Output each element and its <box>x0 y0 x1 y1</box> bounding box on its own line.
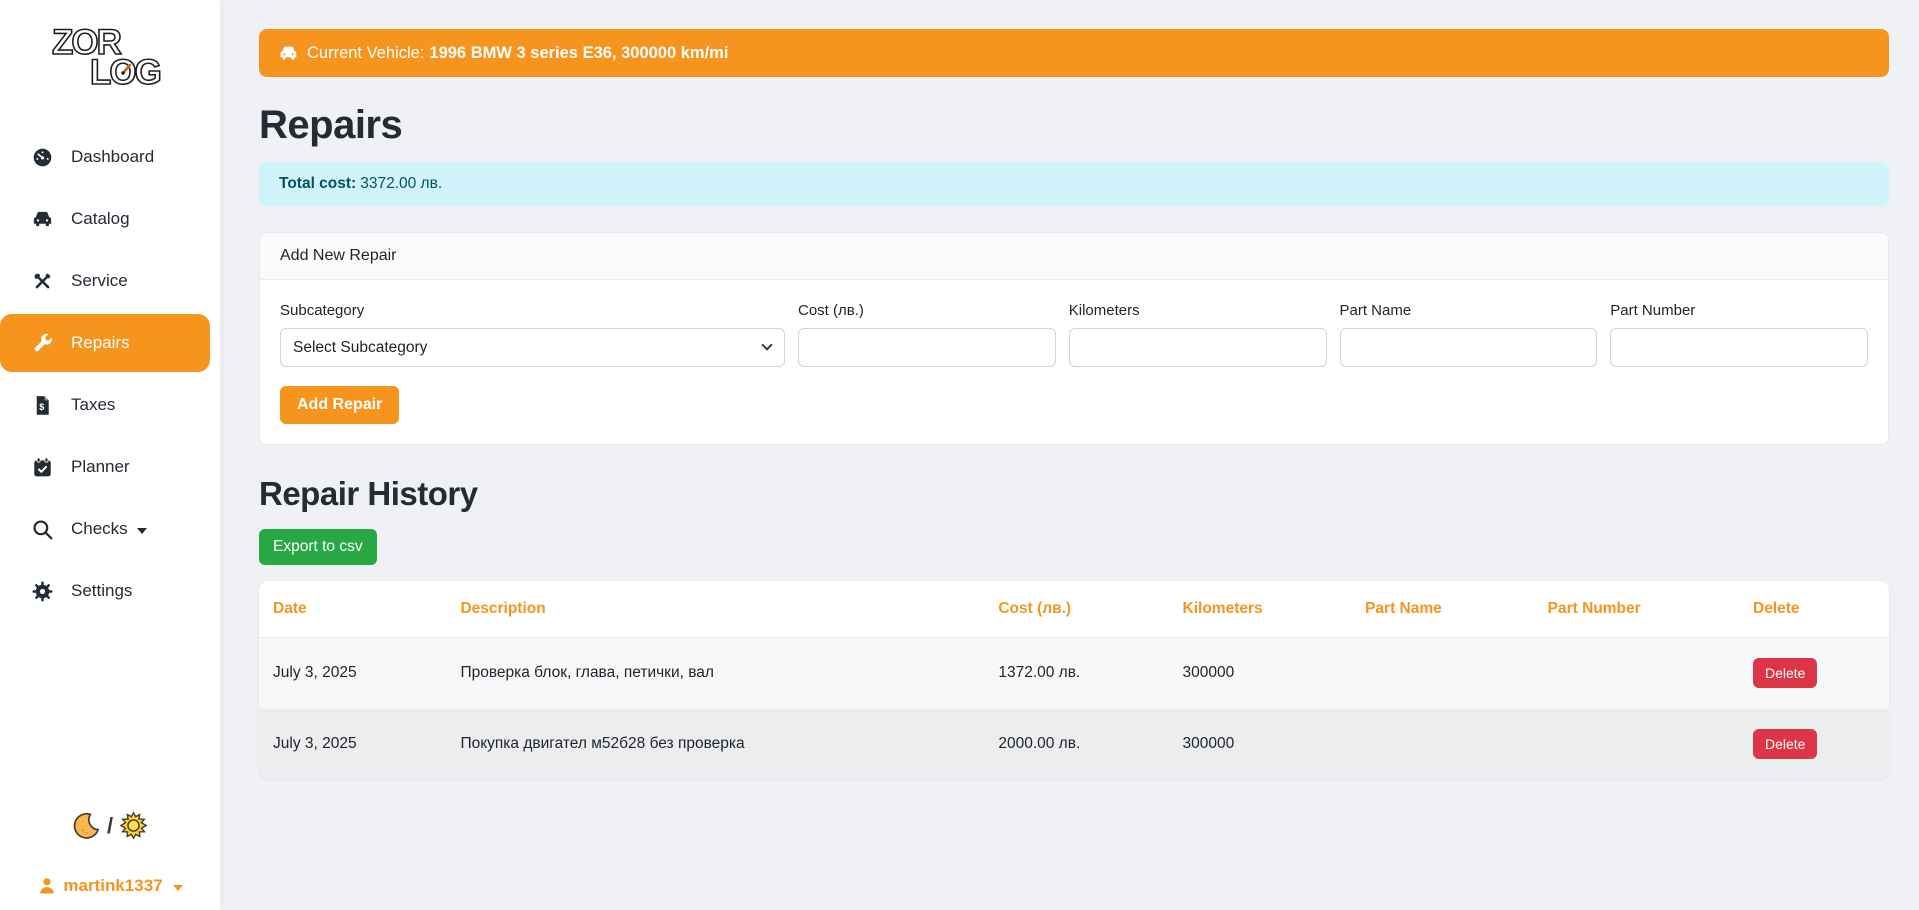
table-row: July 3, 2025 Проверка блок, глава, петич… <box>259 638 1889 709</box>
part-name-input[interactable] <box>1340 328 1598 367</box>
export-csv-button[interactable]: Export to csv <box>259 529 377 565</box>
receipt-icon: $ <box>30 393 54 417</box>
repair-history-table: DateDescriptionCost (лв.)KilometersPart … <box>259 581 1889 779</box>
cell-part-name <box>1351 709 1534 780</box>
part-number-input[interactable] <box>1610 328 1868 367</box>
subcategory-select[interactable]: Select Subcategory <box>280 328 785 367</box>
total-cost-value: 3372.00 лв. <box>360 175 442 192</box>
car-icon <box>278 43 299 64</box>
sidebar-item-catalog[interactable]: Catalog <box>0 190 210 248</box>
cost-label: Cost (лв.) <box>798 302 1056 319</box>
gear-icon <box>30 579 54 603</box>
zorlog-logo: ZOR LOG <box>44 16 176 94</box>
column-header: Kilometers <box>1169 581 1352 638</box>
cell-kilometers: 300000 <box>1169 638 1352 709</box>
logo-text-bottom: LOG <box>90 53 161 92</box>
moon-icon[interactable] <box>72 811 101 840</box>
add-repair-card: Add New Repair Subcategory Select Subcat… <box>259 232 1889 445</box>
subcategory-label: Subcategory <box>280 302 785 319</box>
tools-icon <box>30 269 54 293</box>
delete-button[interactable]: Delete <box>1753 729 1817 759</box>
sidebar-item-repairs[interactable]: Repairs <box>0 314 210 372</box>
table-body: July 3, 2025 Проверка блок, глава, петич… <box>259 638 1889 780</box>
user-menu[interactable]: martink1337 <box>0 876 220 896</box>
part-number-label: Part Number <box>1610 302 1868 319</box>
logo-gauge-pivot <box>121 71 125 75</box>
delete-button[interactable]: Delete <box>1753 658 1817 688</box>
car-icon <box>30 207 54 231</box>
person-icon <box>37 876 57 896</box>
table-row: July 3, 2025 Покупка двигател м52б28 без… <box>259 709 1889 780</box>
username: martink1337 <box>63 876 162 896</box>
sidebar-item-settings[interactable]: Settings <box>0 562 210 620</box>
add-repair-button[interactable]: Add Repair <box>280 386 399 424</box>
theme-separator: / <box>107 813 113 839</box>
page-title: Repairs <box>259 103 1889 148</box>
theme-toggle[interactable]: / <box>0 811 220 840</box>
svg-text:$: $ <box>39 402 44 412</box>
column-header: Part Number <box>1534 581 1739 638</box>
column-header: Description <box>446 581 984 638</box>
total-cost-label: Total cost: <box>279 175 356 192</box>
total-cost-alert: Total cost:3372.00 лв. <box>259 162 1889 206</box>
sidebar-item-dashboard[interactable]: Dashboard <box>0 128 210 186</box>
cell-description: Проверка блок, глава, петички, вал <box>446 638 984 709</box>
calendar-check-icon <box>30 455 54 479</box>
cell-part-name <box>1351 638 1534 709</box>
kilometers-label: Kilometers <box>1069 302 1327 319</box>
sidebar-nav: Dashboard Catalog Service Repairs $ Taxe… <box>0 128 220 624</box>
cost-input[interactable] <box>798 328 1056 367</box>
sidebar-item-taxes[interactable]: $ Taxes <box>0 376 210 434</box>
cell-cost: 1372.00 лв. <box>984 638 1168 709</box>
column-header: Delete <box>1739 581 1889 638</box>
speedometer-icon <box>30 145 54 169</box>
column-header: Part Name <box>1351 581 1534 638</box>
current-vehicle-banner: Current Vehicle: 1996 BMW 3 series E36, … <box>259 29 1889 77</box>
cell-date: July 3, 2025 <box>259 709 446 780</box>
cell-date: July 3, 2025 <box>259 638 446 709</box>
wrench-icon <box>30 331 54 355</box>
banner-vehicle-value: 1996 BMW 3 series E36, 300000 km/mi <box>429 44 728 63</box>
column-header: Cost (лв.) <box>984 581 1168 638</box>
sidebar-item-checks[interactable]: Checks <box>0 500 210 558</box>
kilometers-input[interactable] <box>1069 328 1327 367</box>
search-icon <box>30 517 54 541</box>
cell-kilometers: 300000 <box>1169 709 1352 780</box>
sidebar-item-service[interactable]: Service <box>0 252 210 310</box>
user-caret-icon <box>173 885 183 891</box>
main-content: Current Vehicle: 1996 BMW 3 series E36, … <box>220 0 1919 910</box>
sun-icon[interactable] <box>119 811 148 840</box>
cell-part-number <box>1534 709 1739 780</box>
column-header: Date <box>259 581 446 638</box>
cell-description: Покупка двигател м52б28 без проверка <box>446 709 984 780</box>
caret-down-icon <box>137 528 147 534</box>
repair-history-title: Repair History <box>259 475 1889 513</box>
table-header-row: DateDescriptionCost (лв.)KilometersPart … <box>259 581 1889 638</box>
add-repair-card-title: Add New Repair <box>260 233 1888 280</box>
part-name-label: Part Name <box>1340 302 1598 319</box>
sidebar-item-planner[interactable]: Planner <box>0 438 210 496</box>
cell-cost: 2000.00 лв. <box>984 709 1168 780</box>
sidebar: ZOR LOG Dashboard Catalog Service Repair… <box>0 0 220 910</box>
cell-part-number <box>1534 638 1739 709</box>
banner-label: Current Vehicle: <box>307 44 424 63</box>
